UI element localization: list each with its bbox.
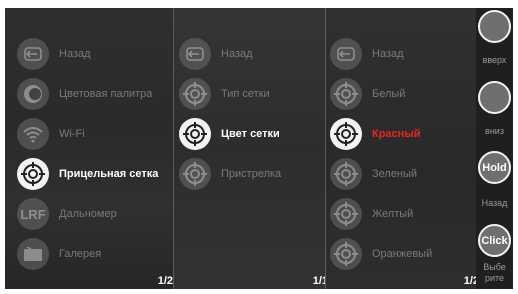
color-item-label: Оранжевый xyxy=(372,248,433,260)
main-menu-panel: Назад Цветовая палитра Wi-Fi Прицельная … xyxy=(5,8,173,289)
color-item-label: Назад xyxy=(372,48,404,60)
lrf-icon-text: LRF xyxy=(20,206,46,222)
crosshair-icon xyxy=(17,158,49,190)
wifi-icon xyxy=(17,118,49,150)
menu-item-label: Дальномер xyxy=(59,208,117,220)
click-button-label-line2: рите xyxy=(484,273,505,283)
page-indicator: 1/2 xyxy=(157,275,173,287)
menu-item-label: Назад xyxy=(59,48,91,60)
submenu-item-back[interactable]: Назад xyxy=(179,36,253,72)
hold-button[interactable]: Hold xyxy=(478,151,511,184)
submenu-item-label: Назад xyxy=(221,48,253,60)
menu-item-label: Прицельная сетка xyxy=(59,168,159,180)
crosshair-icon xyxy=(330,198,362,230)
palette-icon xyxy=(17,78,49,110)
menu-item-palette[interactable]: Цветовая палитра xyxy=(17,76,152,112)
device-screen: Назад Цветовая палитра Wi-Fi Прицельная … xyxy=(0,0,518,294)
crosshair-icon xyxy=(330,158,362,190)
back-arrow-icon xyxy=(179,38,211,70)
submenu-item-reticle-type[interactable]: Тип сетки xyxy=(179,76,270,112)
color-item-label: Зеленый xyxy=(372,168,418,180)
submenu-item-label: Цвет сетки xyxy=(221,128,280,140)
click-button-label-line1: Выбе xyxy=(483,262,506,272)
menu-item-wifi[interactable]: Wi-Fi xyxy=(17,116,85,152)
back-arrow-icon xyxy=(330,38,362,70)
back-arrow-icon xyxy=(17,38,49,70)
color-item-label: Желтый xyxy=(372,208,414,220)
up-button[interactable] xyxy=(478,10,511,43)
color-item-white[interactable]: Белый xyxy=(330,76,405,112)
menu-item-rangefinder[interactable]: LRF Дальномер xyxy=(17,196,117,232)
menu-item-label: Цветовая палитра xyxy=(59,88,153,100)
menu-item-label: Галерея xyxy=(59,248,102,260)
hold-button-text: Hold xyxy=(482,161,507,174)
gallery-icon xyxy=(17,238,49,270)
click-button-text: Click xyxy=(481,234,508,247)
color-item-yellow[interactable]: Желтый xyxy=(330,196,413,232)
color-item-green[interactable]: Зеленый xyxy=(330,156,417,192)
color-list-panel: Назад Белый Красный Зеленый Желтый Оранж… xyxy=(326,8,476,289)
menu-item-label: Wi-Fi xyxy=(59,128,85,140)
color-item-label: Красный xyxy=(372,128,421,140)
crosshair-icon xyxy=(179,78,211,110)
color-item-label: Белый xyxy=(372,88,406,100)
page-indicator: 1/2 xyxy=(463,275,476,287)
color-item-back[interactable]: Назад xyxy=(330,36,404,72)
button-hints-sidebar: вверх вниз Hold Назад Click Выбе рите xyxy=(476,8,513,289)
color-item-red[interactable]: Красный xyxy=(330,116,420,152)
submenu-item-reticle-color[interactable]: Цвет сетки xyxy=(179,116,280,152)
crosshair-icon xyxy=(179,118,211,150)
crosshair-icon xyxy=(330,118,362,150)
crosshair-icon xyxy=(179,158,211,190)
menu-item-reticle[interactable]: Прицельная сетка xyxy=(17,156,158,192)
click-button[interactable]: Click xyxy=(478,224,511,257)
up-button-label: вверх xyxy=(482,55,507,65)
reticle-submenu-panel: Назад Тип сетки Цвет сетки Пристрелка 1/… xyxy=(174,8,325,289)
submenu-item-label: Пристрелка xyxy=(221,168,282,180)
submenu-item-label: Тип сетки xyxy=(221,88,270,100)
crosshair-icon xyxy=(330,78,362,110)
crosshair-icon xyxy=(330,238,362,270)
submenu-item-zeroing[interactable]: Пристрелка xyxy=(179,156,281,192)
menu-item-gallery[interactable]: Галерея xyxy=(17,236,101,272)
color-item-orange[interactable]: Оранжевый xyxy=(330,236,432,272)
lrf-icon: LRF xyxy=(17,198,49,230)
menu-item-back[interactable]: Назад xyxy=(17,36,91,72)
page-indicator: 1/1 xyxy=(312,275,325,287)
down-button-label: вниз xyxy=(485,126,504,136)
hold-button-label: Назад xyxy=(481,198,508,208)
down-button[interactable] xyxy=(478,81,511,114)
